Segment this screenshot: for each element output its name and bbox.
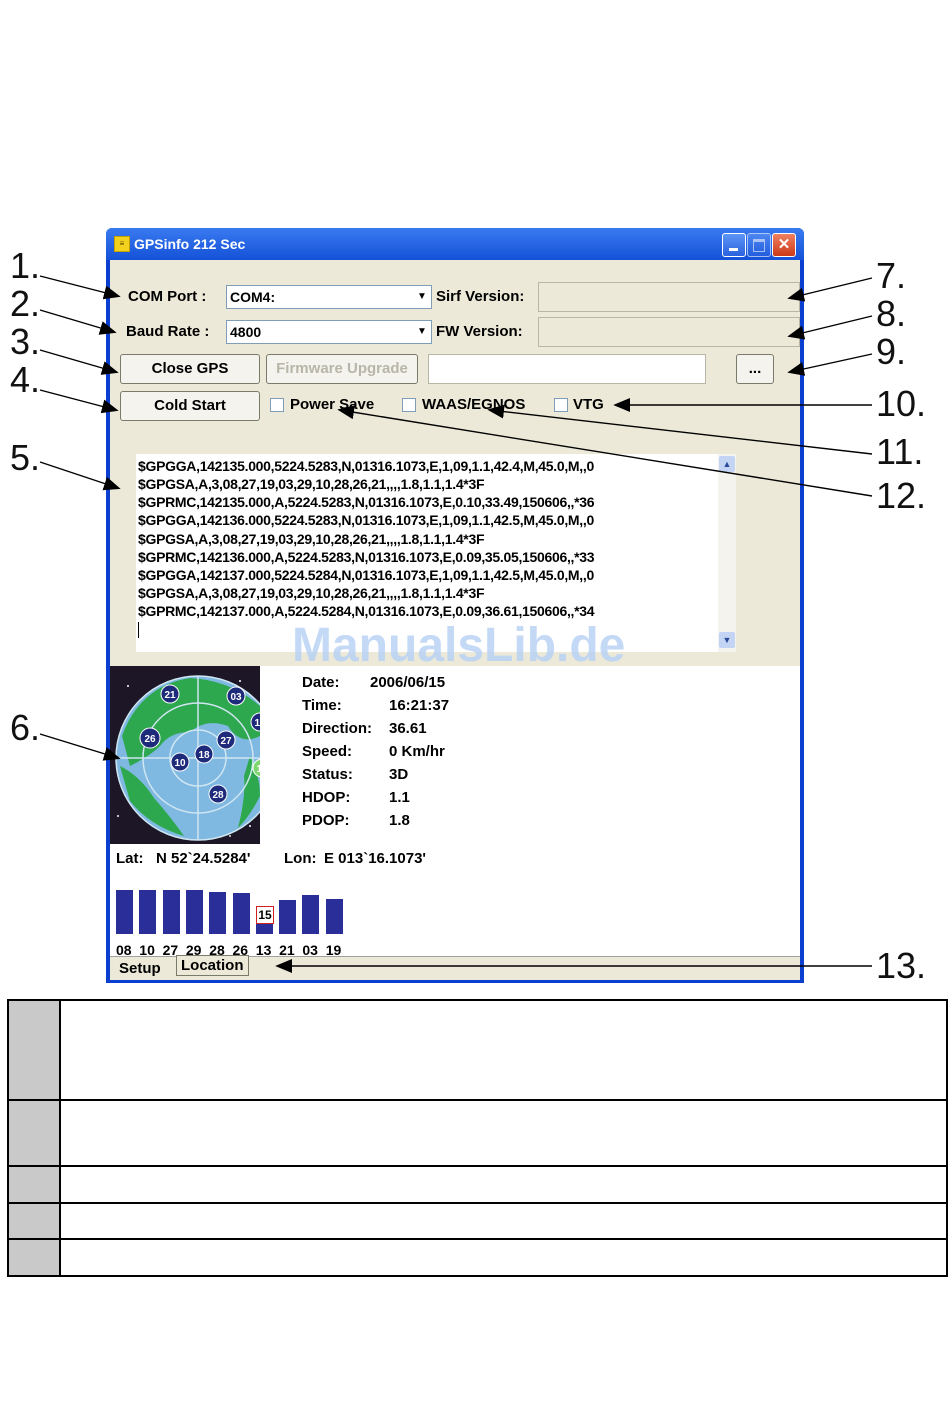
description-table [7, 999, 948, 1277]
table-row [9, 1240, 946, 1275]
table-cell [61, 1101, 946, 1165]
table-row [9, 1204, 946, 1240]
table-row [9, 1167, 946, 1204]
table-cell [9, 1204, 61, 1238]
table-cell [9, 1001, 61, 1099]
table-cell [61, 1001, 946, 1099]
table-row [9, 1101, 946, 1167]
table-cell [61, 1240, 946, 1275]
table-cell [9, 1167, 61, 1202]
watermark: ManualsLib.de [292, 619, 626, 672]
table-cell [61, 1204, 946, 1238]
table-cell [61, 1167, 946, 1202]
table-cell [9, 1240, 61, 1275]
table-row [9, 1001, 946, 1101]
callout-arrows [39, 275, 873, 973]
table-cell [9, 1101, 61, 1165]
